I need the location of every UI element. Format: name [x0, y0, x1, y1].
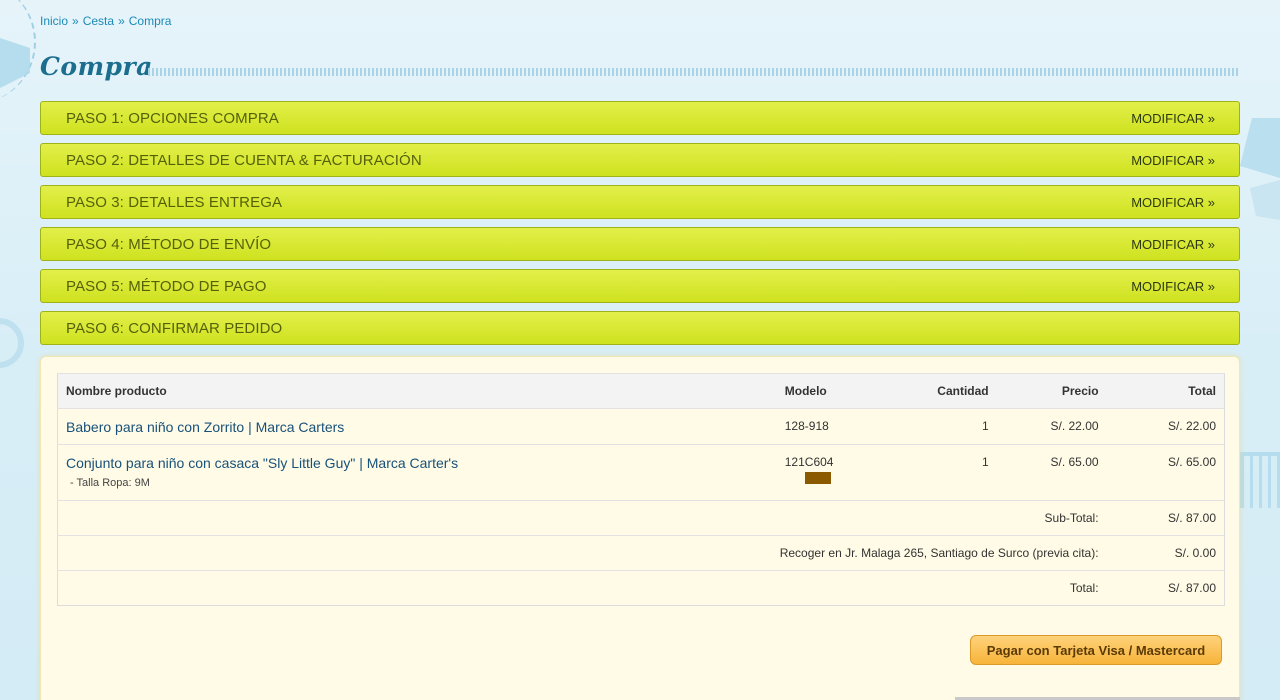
- shipping-value: S/. 0.00: [1106, 535, 1225, 571]
- subtotal-row: Sub-Total: S/. 87.00: [57, 500, 1225, 536]
- product-total: S/. 65.00: [1106, 444, 1225, 501]
- product-total: S/. 22.00: [1106, 408, 1225, 445]
- product-quantity: 1: [886, 408, 997, 445]
- title-divider: [148, 68, 1240, 76]
- step-title: PASO 5: MÉTODO DE PAGO: [66, 277, 267, 295]
- shipping-row: Recoger en Jr. Malaga 265, Santiago de S…: [57, 535, 1225, 571]
- model-marker: [804, 472, 831, 484]
- step-title: PASO 3: DETALLES ENTREGA: [66, 193, 283, 211]
- total-label: Total:: [57, 570, 1107, 606]
- modify-step-4-link[interactable]: MODIFICAR »: [1131, 237, 1215, 252]
- pay-with-card-button[interactable]: Pagar con Tarjeta Visa / Mastercard: [970, 635, 1222, 665]
- decorative-crib-shape: [1240, 452, 1280, 508]
- checkout-step-5[interactable]: PASO 5: MÉTODO DE PAGO MODIFICAR »: [40, 269, 1240, 303]
- breadcrumb-home-link[interactable]: Inicio: [40, 14, 68, 28]
- total-value: S/. 87.00: [1106, 570, 1225, 606]
- breadcrumb-separator: »: [72, 14, 79, 28]
- step-title: PASO 1: OPCIONES COMPRA: [66, 109, 279, 127]
- column-header-quantity: Cantidad: [886, 373, 997, 409]
- product-option: - Talla Ropa: 9M: [70, 477, 150, 489]
- step-title: PASO 2: DETALLES DE CUENTA & FACTURACIÓN: [66, 151, 422, 169]
- step-title: PASO 4: MÉTODO DE ENVÍO: [66, 235, 272, 253]
- checkout-step-4[interactable]: PASO 4: MÉTODO DE ENVÍO MODIFICAR »: [40, 227, 1240, 261]
- modify-step-2-link[interactable]: MODIFICAR »: [1131, 153, 1215, 168]
- breadcrumb-current-link[interactable]: Compra: [129, 14, 172, 28]
- breadcrumb: Inicio » Cesta » Compra: [40, 14, 171, 28]
- column-header-price: Precio: [996, 373, 1107, 409]
- column-header-model: Modelo: [776, 373, 887, 409]
- checkout-step-3[interactable]: PASO 3: DETALLES ENTREGA MODIFICAR »: [40, 185, 1240, 219]
- product-model: 121C604: [784, 455, 834, 469]
- checkout-step-6: PASO 6: CONFIRMAR PEDIDO: [40, 311, 1240, 345]
- breadcrumb-cart-link[interactable]: Cesta: [83, 14, 114, 28]
- checkout-step-1[interactable]: PASO 1: OPCIONES COMPRA MODIFICAR »: [40, 101, 1240, 135]
- product-price: S/. 65.00: [996, 444, 1107, 501]
- decorative-ring-shape: [0, 318, 24, 368]
- modify-step-5-link[interactable]: MODIFICAR »: [1131, 279, 1215, 294]
- column-header-total: Total: [1106, 373, 1225, 409]
- shipping-label: Recoger en Jr. Malaga 265, Santiago de S…: [57, 535, 1107, 571]
- product-price: S/. 22.00: [996, 408, 1107, 445]
- decorative-block-shape: [1250, 180, 1280, 220]
- total-row: Total: S/. 87.00: [57, 570, 1225, 606]
- breadcrumb-separator: »: [118, 14, 125, 28]
- product-model: 128-918: [776, 408, 887, 445]
- page-title: Compra: [40, 52, 153, 81]
- modify-step-3-link[interactable]: MODIFICAR »: [1131, 195, 1215, 210]
- subtotal-value: S/. 87.00: [1106, 500, 1225, 536]
- column-header-name: Nombre producto: [57, 373, 777, 409]
- step-title: PASO 6: CONFIRMAR PEDIDO: [66, 319, 283, 337]
- decorative-block-shape: [1240, 118, 1280, 178]
- product-link[interactable]: Conjunto para niño con casaca "Sly Littl…: [66, 455, 458, 471]
- product-link[interactable]: Babero para niño con Zorrito | Marca Car…: [66, 419, 344, 435]
- table-header-row: Nombre producto Modelo Cantidad Precio T…: [57, 373, 1225, 409]
- order-table: Nombre producto Modelo Cantidad Precio T…: [57, 373, 1225, 606]
- subtotal-label: Sub-Total:: [57, 500, 1107, 536]
- table-row: Babero para niño con Zorrito | Marca Car…: [57, 408, 1225, 445]
- modify-step-1-link[interactable]: MODIFICAR »: [1131, 111, 1215, 126]
- table-row: Conjunto para niño con casaca "Sly Littl…: [57, 444, 1225, 501]
- product-quantity: 1: [886, 444, 997, 501]
- checkout-step-2[interactable]: PASO 2: DETALLES DE CUENTA & FACTURACIÓN…: [40, 143, 1240, 177]
